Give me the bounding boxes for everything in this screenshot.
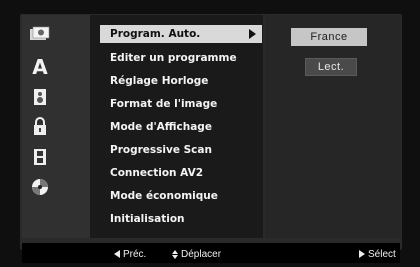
language-a-icon[interactable]: A <box>28 55 52 79</box>
options-panel <box>265 15 401 238</box>
hint-prev: Préc. <box>114 248 146 260</box>
country-selector[interactable]: France <box>291 28 367 46</box>
menu-item-program-auto[interactable]: Program. Auto. <box>100 25 262 43</box>
lect-button[interactable]: Lect. <box>305 58 357 76</box>
submenu-arrow-icon <box>249 29 256 39</box>
menu-item-format-image[interactable]: Format de l'image <box>110 95 258 113</box>
menu-item-reglage-horloge[interactable]: Réglage Horloge <box>110 72 258 90</box>
menu-item-editer-programme[interactable]: Editer un programme <box>110 49 258 67</box>
right-arrow-icon <box>359 250 365 258</box>
hint-select-label: Sélect <box>368 248 396 260</box>
menu-item-progressive-scan[interactable]: Progressive Scan <box>110 141 258 159</box>
left-arrow-icon <box>114 250 120 258</box>
film-icon[interactable] <box>28 148 52 166</box>
menu-item-label: Program. Auto. <box>110 28 201 40</box>
up-down-arrows-icon <box>172 249 178 259</box>
disc-settings-icon[interactable] <box>28 25 52 43</box>
menu-item-initialisation[interactable]: Initialisation <box>110 210 258 228</box>
hint-prev-label: Préc. <box>123 248 147 260</box>
menu-item-connection-av2[interactable]: Connection AV2 <box>110 164 258 182</box>
lock-icon[interactable] <box>28 117 52 135</box>
hint-select: Sélect <box>359 248 396 260</box>
hint-move: Déplacer <box>172 248 221 260</box>
menu-item-mode-economique[interactable]: Mode économique <box>110 187 258 205</box>
menu-item-mode-affichage[interactable]: Mode d'Affichage <box>110 118 258 136</box>
disc-icon[interactable] <box>28 178 52 196</box>
audio-speaker-icon[interactable] <box>28 88 52 106</box>
hint-move-label: Déplacer <box>181 248 222 260</box>
